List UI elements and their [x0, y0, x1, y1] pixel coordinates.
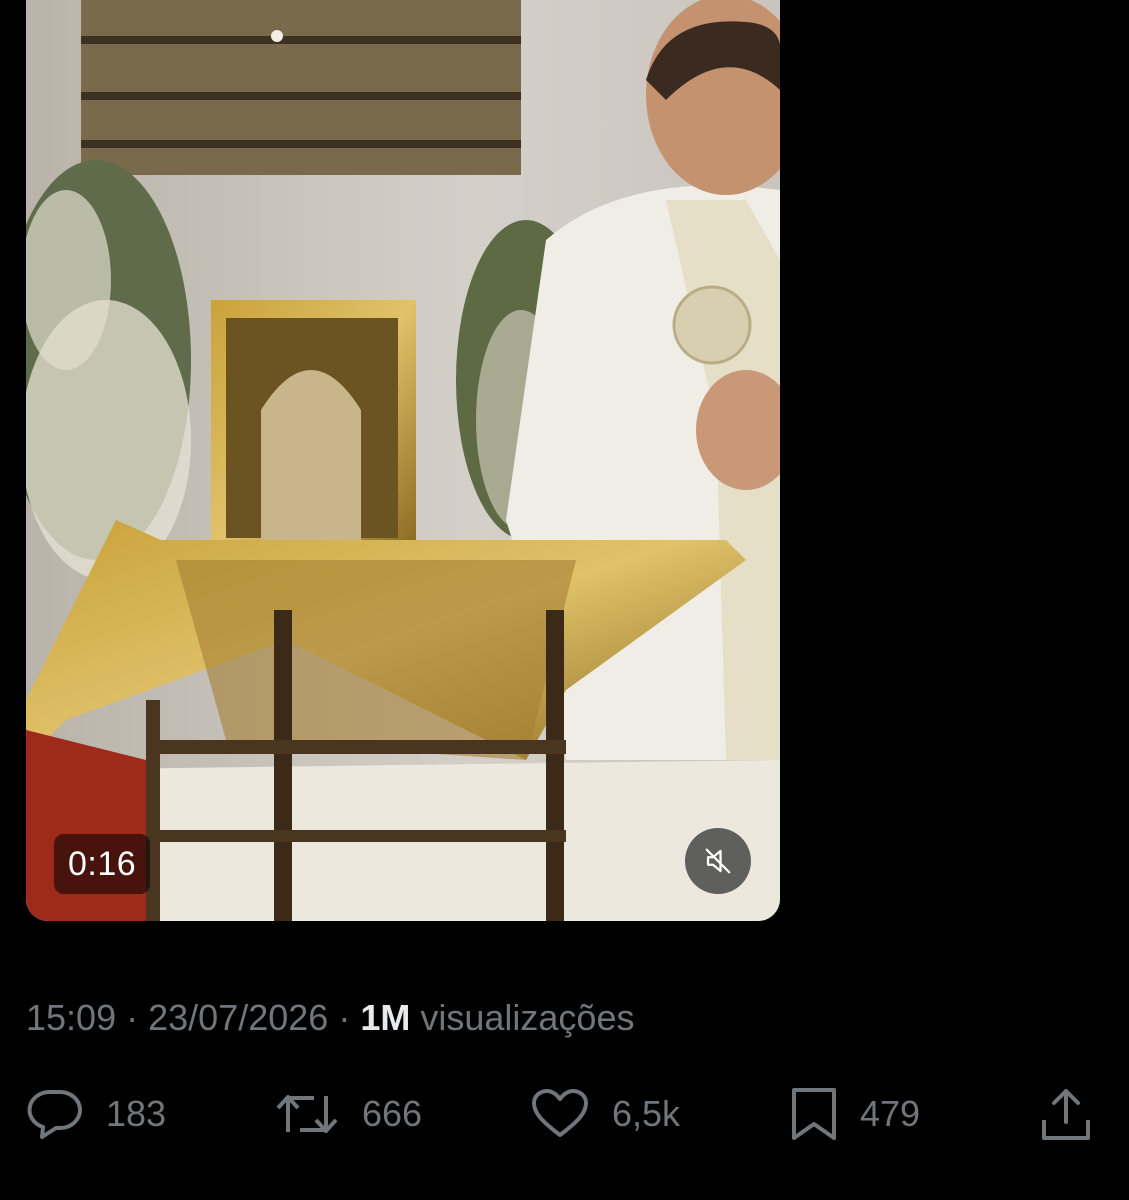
views-label: visualizações: [420, 997, 635, 1038]
repost-icon: [276, 1095, 338, 1133]
tweet-date[interactable]: 23/07/2026: [148, 997, 328, 1038]
video-frame: [26, 0, 780, 921]
meta-separator: ·: [126, 997, 139, 1038]
meta-separator: ·: [338, 997, 351, 1038]
speaker-muted-icon: [705, 848, 731, 874]
share-button[interactable]: [1040, 1084, 1092, 1144]
mute-button[interactable]: [685, 828, 751, 894]
repost-button[interactable]: 666: [274, 1084, 422, 1144]
reply-button[interactable]: 183: [26, 1084, 166, 1144]
like-count: 6,5k: [612, 1093, 681, 1134]
video-duration: 0:16: [54, 834, 151, 894]
repost-count: 666: [362, 1093, 423, 1134]
like-button[interactable]: 6,5k: [530, 1084, 680, 1144]
bookmark-count: 479: [860, 1093, 921, 1134]
video-player[interactable]: 0:16: [26, 0, 780, 921]
share-icon: [1042, 1089, 1090, 1140]
tweet-meta: 15:09 · 23/07/2026 · 1M visualizações: [26, 994, 634, 1042]
heart-icon: [532, 1089, 588, 1137]
bookmark-button[interactable]: 479: [790, 1084, 920, 1144]
bookmark-icon: [792, 1088, 836, 1140]
reply-icon: [27, 1089, 82, 1139]
action-bar: 183 666 6,5k 479: [0, 1084, 1129, 1144]
views-count[interactable]: 1M: [360, 997, 410, 1038]
reply-count: 183: [106, 1093, 167, 1134]
tweet-time[interactable]: 15:09: [26, 997, 116, 1038]
